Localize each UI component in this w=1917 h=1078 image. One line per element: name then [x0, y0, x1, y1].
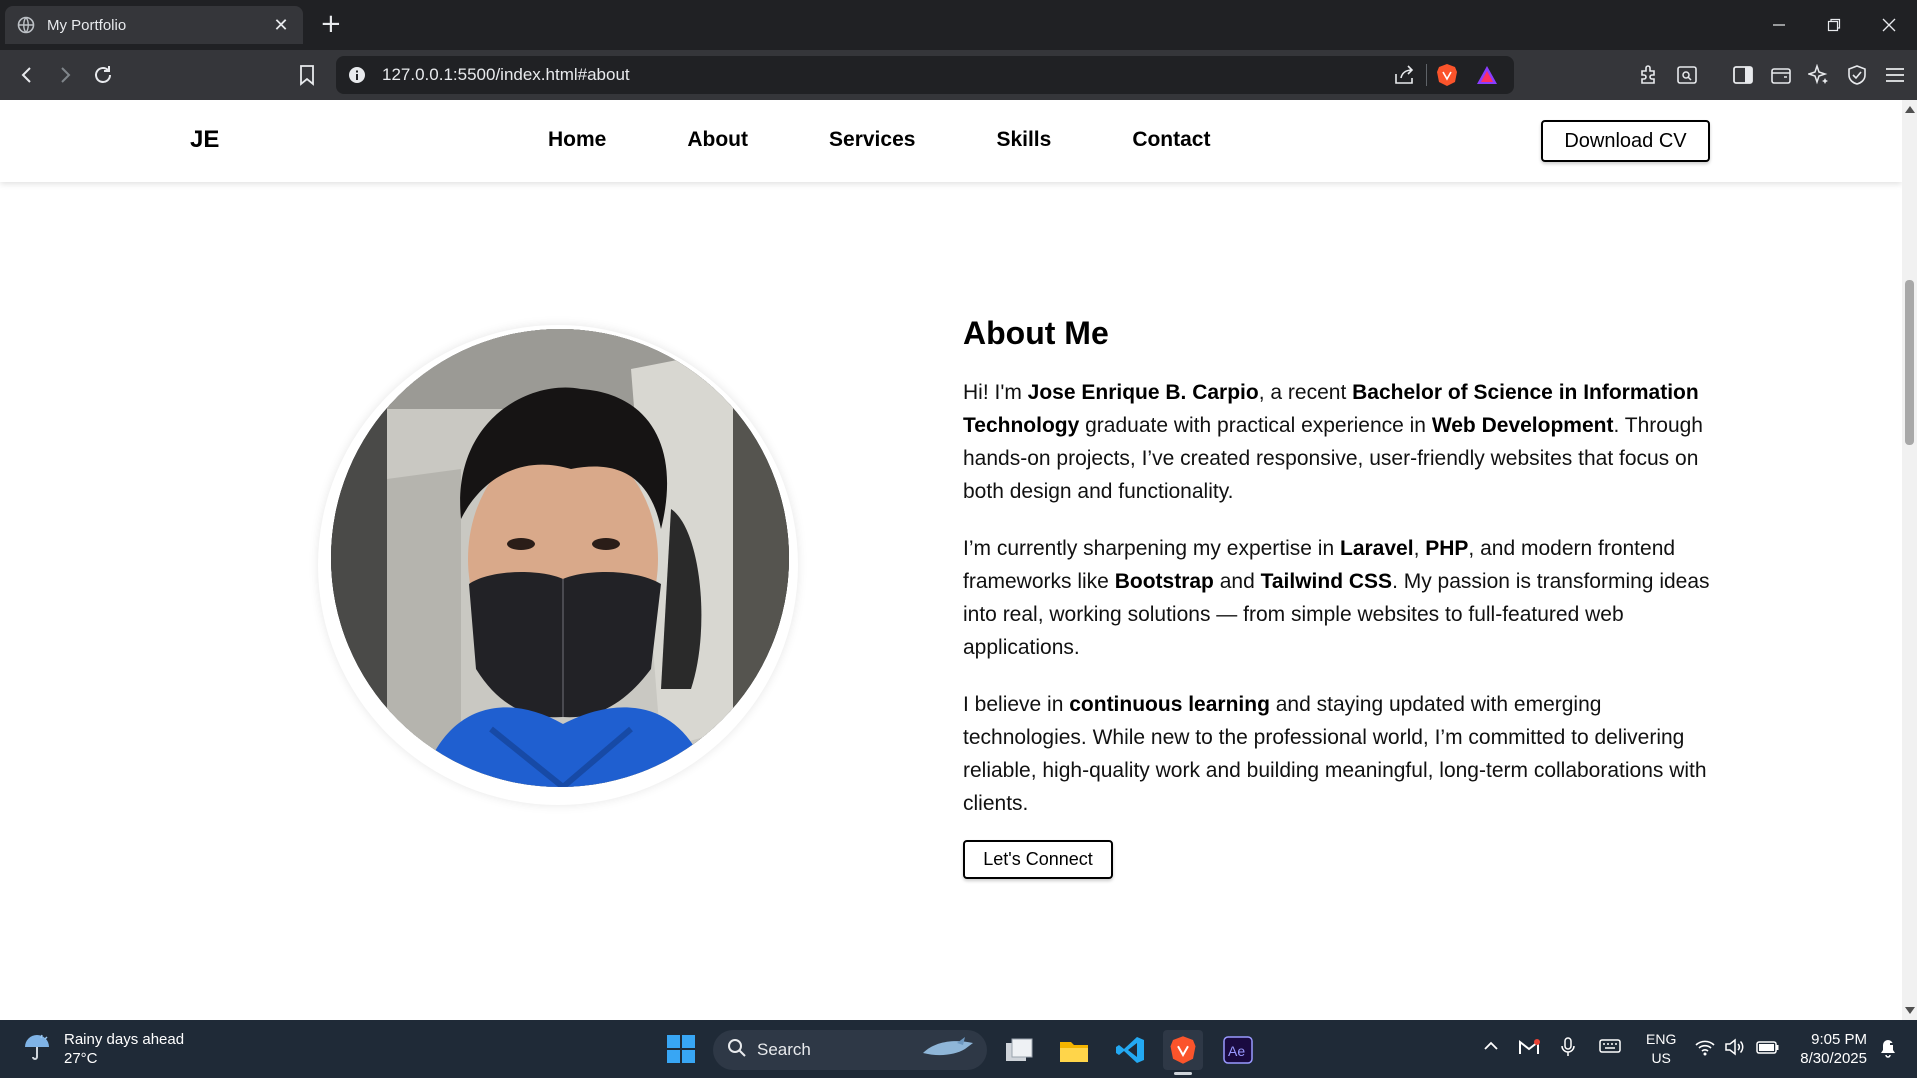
vpn-icon[interactable]: [1844, 62, 1870, 88]
browser-tabbar: My Portfolio ✕ +: [0, 0, 1917, 50]
search-icon: [727, 1038, 747, 1062]
scroll-down-icon[interactable]: [1905, 1007, 1915, 1014]
page-viewport: JE Home About Services Skills Contact Do…: [0, 100, 1902, 1020]
nav-link-skills[interactable]: Skills: [996, 128, 1051, 152]
reload-icon[interactable]: [90, 62, 116, 88]
sidebar-icon[interactable]: [1730, 62, 1756, 88]
gmail-icon[interactable]: [1518, 1038, 1540, 1061]
close-icon[interactable]: ✕: [271, 15, 291, 36]
about-paragraph-2: I’m currently sharpening my expertise in…: [963, 537, 1710, 659]
lets-connect-button[interactable]: Let's Connect: [963, 840, 1113, 879]
restore-icon[interactable]: [1806, 0, 1862, 50]
download-cv-button[interactable]: Download CV: [1541, 120, 1710, 162]
language-indicator[interactable]: ENG US: [1646, 1030, 1676, 1068]
windows-taskbar: Rainy days ahead 27°C Search Ae ENG US 9…: [0, 1020, 1917, 1078]
browser-toolbar: 127.0.0.1:5500/index.html#about: [0, 50, 1917, 100]
nav-link-about[interactable]: About: [687, 128, 748, 152]
nav-links: Home About Services Skills Contact: [548, 128, 1291, 152]
search-label: Search: [757, 1040, 811, 1059]
menu-icon[interactable]: [1882, 62, 1908, 88]
wallet-icon[interactable]: [1768, 62, 1794, 88]
about-paragraph-1: Hi! I'm Jose Enrique B. Carpio, a recent…: [963, 381, 1703, 503]
task-view-icon[interactable]: [999, 1030, 1039, 1070]
minimize-icon[interactable]: [1751, 0, 1807, 50]
scrollbar-thumb[interactable]: [1905, 280, 1914, 445]
weather-widget[interactable]: Rainy days ahead 27°C: [22, 1030, 184, 1068]
search-highlight-icon: [921, 1035, 975, 1065]
extensions-icon[interactable]: [1636, 62, 1662, 88]
nav-link-services[interactable]: Services: [829, 128, 915, 152]
site-logo[interactable]: JE: [190, 126, 219, 154]
separator: [1426, 64, 1427, 86]
forward-icon[interactable]: [52, 62, 78, 88]
address-bar[interactable]: 127.0.0.1:5500/index.html#about: [336, 56, 1514, 94]
notification-icon[interactable]: [1878, 1038, 1898, 1063]
active-app-indicator: [1174, 1072, 1192, 1075]
vscode-icon[interactable]: [1110, 1030, 1150, 1070]
nav-link-contact[interactable]: Contact: [1132, 128, 1210, 152]
brave-rewards-icon[interactable]: [1476, 65, 1498, 89]
page-scrollbar[interactable]: [1902, 100, 1917, 1020]
svg-text:Ae: Ae: [1228, 1043, 1245, 1059]
globe-icon: [17, 16, 35, 34]
brave-shields-icon[interactable]: [1436, 63, 1458, 91]
mic-icon[interactable]: [1560, 1037, 1576, 1062]
keyboard-icon[interactable]: [1599, 1038, 1621, 1059]
windows-start-icon[interactable]: [667, 1035, 695, 1063]
file-explorer-icon[interactable]: [1054, 1030, 1094, 1070]
taskbar-clock[interactable]: 9:05 PM 8/30/2025: [1795, 1030, 1867, 1068]
volume-icon[interactable]: [1724, 1038, 1746, 1061]
taskbar-search[interactable]: Search: [713, 1030, 987, 1070]
tab-title: My Portfolio: [47, 16, 127, 34]
url-text: 127.0.0.1:5500/index.html#about: [382, 65, 630, 84]
leo-ai-icon[interactable]: [1806, 62, 1832, 88]
brave-app-icon[interactable]: [1163, 1030, 1203, 1070]
about-paragraph-3: I believe in continuous learning and sta…: [963, 693, 1707, 815]
plus-icon[interactable]: +: [320, 10, 342, 38]
wifi-icon[interactable]: [1694, 1038, 1716, 1061]
site-navbar: JE Home About Services Skills Contact Do…: [0, 100, 1902, 182]
window-close-icon[interactable]: [1861, 0, 1917, 50]
about-heading: About Me: [963, 315, 1109, 351]
weather-icon: [22, 1032, 52, 1066]
back-icon[interactable]: [14, 62, 40, 88]
share-icon[interactable]: [1393, 65, 1415, 89]
chevron-up-icon[interactable]: [1483, 1038, 1499, 1059]
profile-photo: [331, 329, 789, 787]
after-effects-icon[interactable]: Ae: [1218, 1030, 1258, 1070]
screenshot-icon[interactable]: [1674, 62, 1700, 88]
tab-my-portfolio[interactable]: My Portfolio ✕: [5, 6, 303, 44]
battery-icon[interactable]: [1756, 1039, 1780, 1060]
nav-link-home[interactable]: Home: [548, 128, 606, 152]
weather-title: Rainy days ahead: [64, 1031, 185, 1048]
info-icon[interactable]: [348, 66, 366, 88]
weather-temp: 27°C: [64, 1050, 98, 1067]
bookmark-icon[interactable]: [294, 62, 320, 88]
scroll-up-icon[interactable]: [1905, 106, 1915, 113]
about-section: About Me Hi! I'm Jose Enrique B. Carpio,…: [963, 315, 1723, 879]
